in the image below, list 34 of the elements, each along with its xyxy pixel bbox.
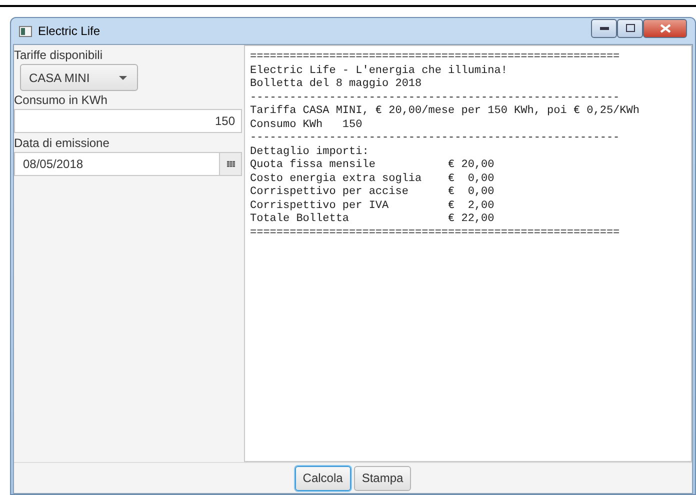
maximize-button[interactable] [617, 18, 643, 38]
window-title: Electric Life [38, 24, 102, 38]
bill-line: Costo energia extra soglia € 0,00 [250, 172, 496, 186]
close-icon [660, 24, 670, 32]
date-field[interactable]: 08/05/2018 [14, 152, 220, 176]
bill-line: -------------------------------------------------------- [250, 132, 621, 146]
minimize-icon [600, 26, 608, 30]
bill-line: Corrispettivo per accise € 0,00 [250, 186, 496, 200]
bill-line: Corrispettivo per IVA € 2,00 [250, 200, 496, 213]
bill-line: -------------------------------------------------------- [250, 92, 621, 105]
bill-line: Tariffa CASA MINI, € 20,00/mese per 150 KWh, poi € 0,25/KWh [250, 105, 640, 118]
field-label: Tariffe disponibili [14, 47, 104, 64]
consumption-field[interactable]: 150 [14, 109, 242, 133]
close-button[interactable] [643, 18, 687, 38]
calculate-button[interactable]: Calcola [294, 466, 351, 490]
tariff-dropdown[interactable]: CASA MINI [20, 64, 138, 91]
bill-line: Electric Life - L'energia che illumina! [250, 64, 508, 78]
caret-icon [119, 76, 127, 80]
bill-line: Quota fissa mensile € 20,00 [250, 159, 496, 172]
bill-line: Dettaglio importi: [250, 146, 370, 159]
minimize-button[interactable] [591, 18, 617, 38]
bill-line: Totale Bolletta € 22,00 [250, 213, 496, 226]
bill-line: Bolletta del 8 maggio 2018 [250, 78, 423, 92]
bill-output-area[interactable] [244, 45, 692, 462]
maximize-icon [626, 24, 634, 32]
bill-line: Consumo KWh 150 [250, 118, 364, 132]
calendar-icon [226, 161, 234, 167]
field-label: Consumo in KWh [14, 92, 108, 109]
calendar-button[interactable] [220, 152, 242, 176]
bill-line: ======================================================== [250, 51, 621, 64]
field-label: Data di emissione [14, 135, 110, 152]
app-icon [19, 26, 32, 36]
bill-line: ======================================================== [250, 226, 621, 240]
print-button[interactable]: Stampa [354, 466, 412, 490]
